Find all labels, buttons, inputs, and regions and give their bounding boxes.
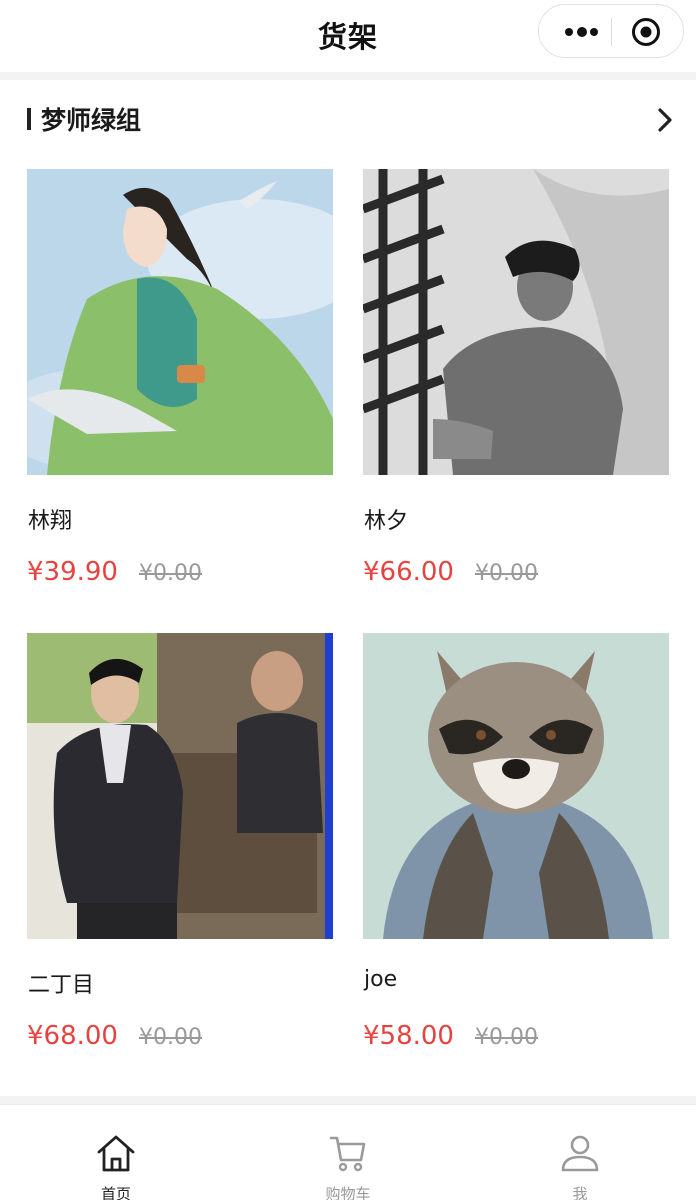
product-original-price: ¥0.00 [475, 561, 538, 586]
section-header[interactable]: 梦师绿组 [0, 80, 696, 160]
tab-label: 首页 [100, 1185, 131, 1200]
tab-bar: 首页 购物车 我 [0, 1104, 696, 1200]
home-icon [97, 1135, 135, 1172]
product-image[interactable] [27, 169, 333, 475]
tab-home[interactable]: 首页 [0, 1105, 232, 1200]
capsule-divider [611, 18, 612, 46]
product-name: 林翔 [28, 509, 73, 534]
tab-cart[interactable]: 购物车 [232, 1105, 464, 1200]
product-price: ¥68.00 [27, 1021, 118, 1051]
product-original-price: ¥0.00 [139, 1025, 202, 1050]
cart-icon [329, 1136, 366, 1172]
product-image[interactable] [27, 633, 333, 939]
navigation-bar: 货架 [0, 0, 696, 72]
product-original-price: ¥0.00 [475, 1025, 538, 1050]
section-title: 梦师绿组 [41, 106, 142, 135]
user-icon [561, 1135, 599, 1172]
tab-label: 购物车 [325, 1185, 371, 1200]
tab-label: 我 [572, 1185, 588, 1200]
product-name: 二丁目 [28, 973, 95, 998]
product-price: ¥58.00 [363, 1021, 454, 1051]
shelf-content: 梦师绿组 林翔 ¥39.90 ¥0.00 林夕 ¥66.00 ¥0.00 二丁目… [0, 80, 696, 1096]
section-marker [27, 108, 31, 130]
more-options-icon[interactable] [561, 19, 601, 45]
product-image[interactable] [363, 169, 669, 475]
product-original-price: ¥0.00 [139, 561, 202, 586]
mini-program-capsule [538, 4, 684, 58]
product-name: 林夕 [364, 509, 409, 534]
chevron-right-icon[interactable] [656, 107, 674, 133]
product-price: ¥39.90 [27, 557, 118, 587]
product-price: ¥66.00 [363, 557, 454, 587]
product-name: joe [364, 967, 398, 992]
close-miniprogram-icon[interactable] [631, 17, 661, 47]
tab-me[interactable]: 我 [464, 1105, 696, 1200]
product-image[interactable] [363, 633, 669, 939]
